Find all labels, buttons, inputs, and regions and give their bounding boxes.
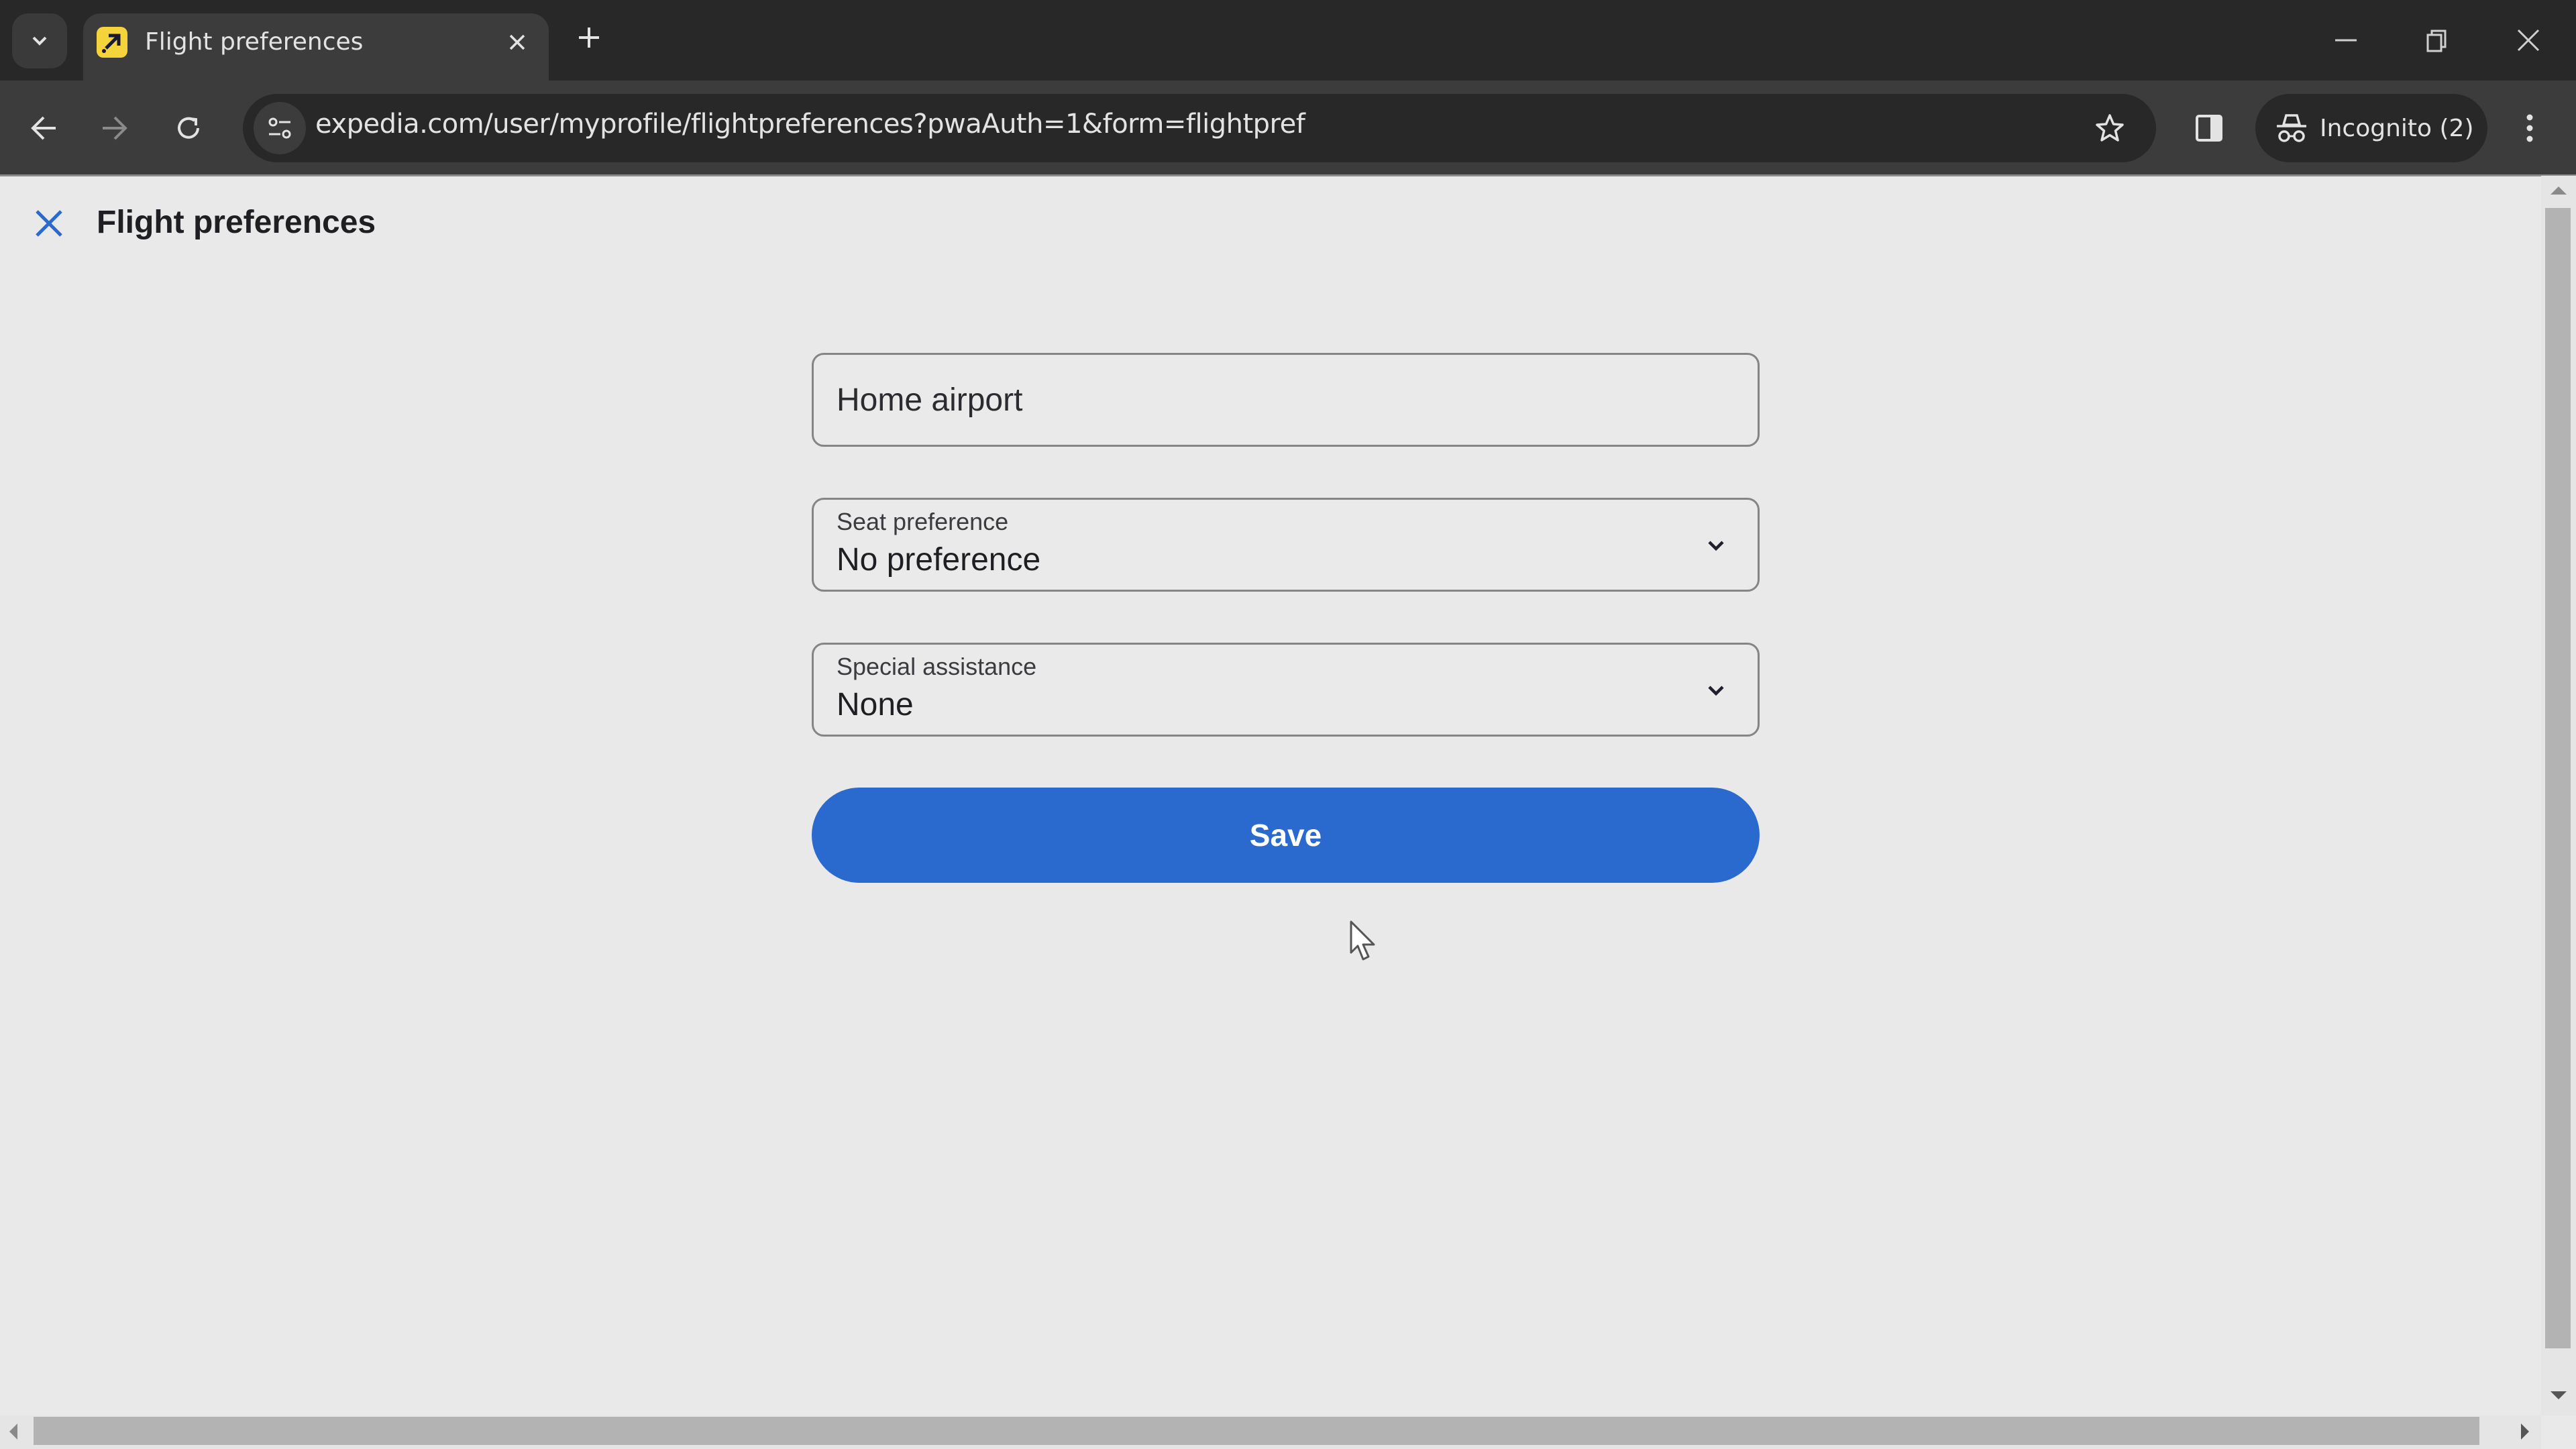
back-button[interactable] — [15, 99, 72, 157]
seat-preference-value: No preference — [837, 542, 1041, 578]
scroll-up-arrow-icon[interactable] — [2549, 185, 2568, 199]
reload-icon — [178, 117, 199, 139]
incognito-label: Incognito (2) — [2320, 114, 2474, 142]
tab-title: Flight preferences — [145, 28, 364, 56]
scroll-down-arrow-icon[interactable] — [2549, 1390, 2568, 1404]
page-title: Flight preferences — [97, 205, 376, 240]
special-assistance-value: None — [837, 687, 914, 722]
window-close-button[interactable] — [2498, 12, 2559, 68]
forward-button[interactable] — [86, 99, 144, 157]
close-icon — [2517, 29, 2540, 52]
plus-icon — [579, 28, 599, 48]
tab-close-button[interactable] — [498, 23, 537, 62]
close-icon — [36, 210, 62, 237]
home-airport-placeholder: Home airport — [837, 382, 1023, 418]
close-page-button[interactable] — [27, 201, 71, 246]
browser-tab[interactable]: Flight preferences — [83, 13, 549, 80]
tab-search-button[interactable] — [12, 13, 67, 68]
new-tab-button[interactable] — [568, 16, 610, 59]
toolbar-divider — [0, 174, 2576, 176]
save-button[interactable]: Save — [812, 788, 1760, 883]
home-airport-input[interactable]: Home airport — [812, 353, 1760, 447]
restore-button[interactable] — [2407, 12, 2467, 68]
minimize-icon — [2335, 39, 2357, 42]
close-icon — [509, 34, 525, 50]
mouse-cursor-icon — [1348, 920, 1378, 967]
scroll-right-arrow-icon[interactable] — [2520, 1422, 2530, 1444]
incognito-profile-button[interactable]: Incognito (2) — [2255, 94, 2487, 162]
vertical-scrollbar-thumb[interactable] — [2545, 208, 2571, 1348]
bookmark-button[interactable] — [2082, 101, 2137, 156]
site-info-button[interactable] — [254, 102, 306, 154]
scroll-left-arrow-icon[interactable] — [8, 1422, 19, 1444]
chevron-down-icon — [1703, 677, 1729, 704]
expedia-logo-icon — [97, 27, 127, 58]
reload-button[interactable] — [160, 99, 217, 157]
seat-preference-label: Seat preference — [837, 508, 1009, 535]
side-panel-icon — [2196, 115, 2222, 142]
special-assistance-label: Special assistance — [837, 653, 1037, 680]
incognito-icon — [2277, 114, 2306, 142]
restore-icon — [2426, 30, 2447, 52]
chevron-down-icon — [32, 36, 47, 46]
minimize-button[interactable] — [2316, 12, 2376, 68]
side-panel-button[interactable] — [2182, 101, 2237, 156]
tune-icon — [268, 117, 291, 139]
special-assistance-select[interactable]: Special assistance None — [812, 643, 1760, 737]
browser-menu-button[interactable] — [2502, 101, 2557, 156]
chevron-down-icon — [1703, 532, 1729, 559]
arrow-left-icon — [31, 116, 56, 140]
arrow-right-icon — [103, 116, 127, 140]
seat-preference-select[interactable]: Seat preference No preference — [812, 498, 1760, 592]
kebab-menu-icon — [2526, 114, 2533, 142]
url-text[interactable]: expedia.com/user/myprofile/flightprefere… — [315, 109, 1305, 140]
star-icon — [2096, 114, 2124, 142]
horizontal-scrollbar-thumb[interactable] — [34, 1417, 2479, 1445]
